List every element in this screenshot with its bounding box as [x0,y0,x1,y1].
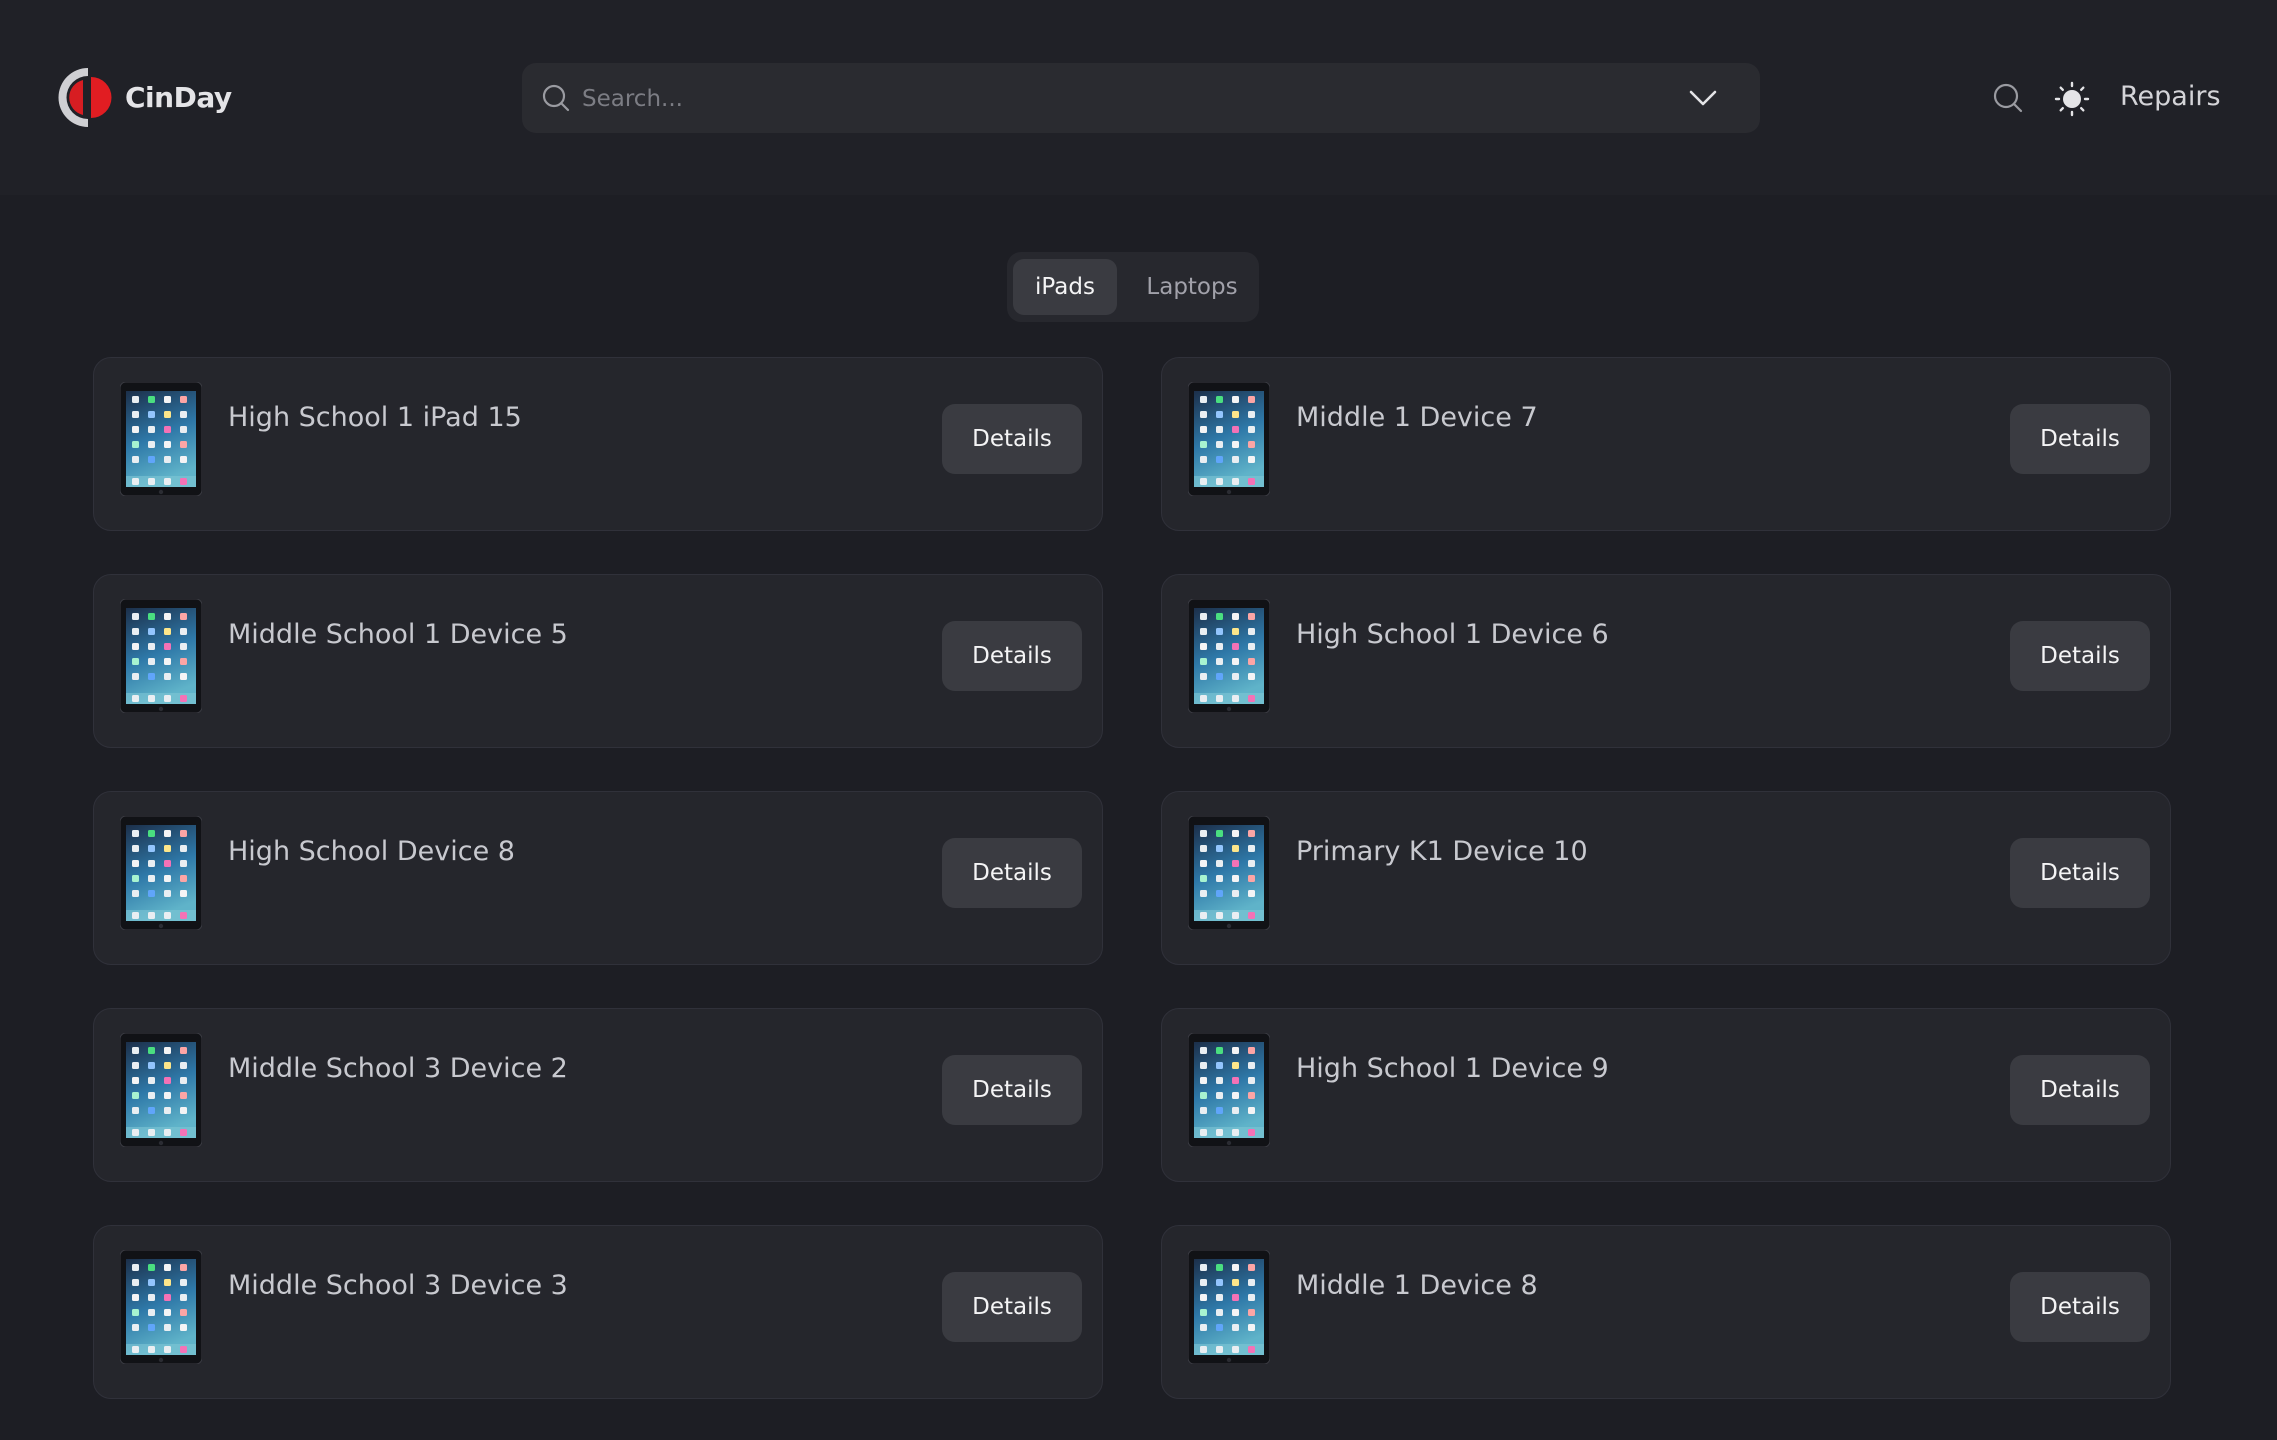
details-button[interactable]: Details [2010,404,2150,474]
device-card: High School 1 iPad 15 Details [93,357,1103,531]
search-bar[interactable] [522,63,1760,135]
search-input[interactable] [580,63,1624,135]
device-card: Middle School 3 Device 2 Details [93,1008,1103,1182]
ipad-thumbnail [120,382,202,496]
repairs-link[interactable]: Repairs [2120,81,2221,112]
ipad-thumbnail [120,1250,202,1364]
device-card: Middle School 1 Device 5 Details [93,574,1103,748]
ipad-thumbnail [120,1033,202,1147]
device-name: High School 1 Device 9 [1296,1053,1609,1084]
top-header: CinDay Repairs [0,0,2277,195]
device-name: Middle School 3 Device 3 [228,1270,568,1301]
details-button[interactable]: Details [942,404,1082,474]
device-name: Middle School 1 Device 5 [228,619,568,650]
ipad-thumbnail [1188,382,1270,496]
device-card: High School 1 Device 6 Details [1161,574,2171,748]
details-button[interactable]: Details [942,1055,1082,1125]
brand-name: CinDay [125,81,232,114]
tab-ipads[interactable]: iPads [1013,259,1117,315]
details-button[interactable]: Details [2010,1055,2150,1125]
device-card: Middle School 3 Device 3 Details [93,1225,1103,1399]
cinday-logo-icon [58,68,112,127]
device-card: Middle 1 Device 7 Details [1161,357,2171,531]
device-name: Middle 1 Device 8 [1296,1270,1538,1301]
ipad-thumbnail [120,816,202,930]
device-card: High School Device 8 Details [93,791,1103,965]
ipad-thumbnail [1188,816,1270,930]
brand-logo[interactable]: CinDay [57,66,232,129]
sun-icon[interactable] [2054,81,2090,117]
device-card: Primary K1 Device 10 Details [1161,791,2171,965]
device-name: High School 1 iPad 15 [228,402,522,433]
details-button[interactable]: Details [942,838,1082,908]
device-name: High School Device 8 [228,836,515,867]
chevron-down-icon[interactable] [1688,83,1718,113]
device-name: Middle School 3 Device 2 [228,1053,568,1084]
details-button[interactable]: Details [2010,621,2150,691]
device-name: Primary K1 Device 10 [1296,836,1588,867]
device-type-tabs: iPads Laptops [1007,252,1259,322]
ipad-thumbnail [1188,1033,1270,1147]
search-icon [542,84,570,112]
search-icon[interactable] [1993,83,2023,113]
ipad-thumbnail [1188,1250,1270,1364]
details-button[interactable]: Details [2010,838,2150,908]
device-name: High School 1 Device 6 [1296,619,1609,650]
details-button[interactable]: Details [942,1272,1082,1342]
tab-laptops[interactable]: Laptops [1132,259,1252,315]
device-name: Middle 1 Device 7 [1296,402,1538,433]
ipad-thumbnail [1188,599,1270,713]
device-card: High School 1 Device 9 Details [1161,1008,2171,1182]
device-card: Middle 1 Device 8 Details [1161,1225,2171,1399]
ipad-thumbnail [120,599,202,713]
details-button[interactable]: Details [2010,1272,2150,1342]
details-button[interactable]: Details [942,621,1082,691]
